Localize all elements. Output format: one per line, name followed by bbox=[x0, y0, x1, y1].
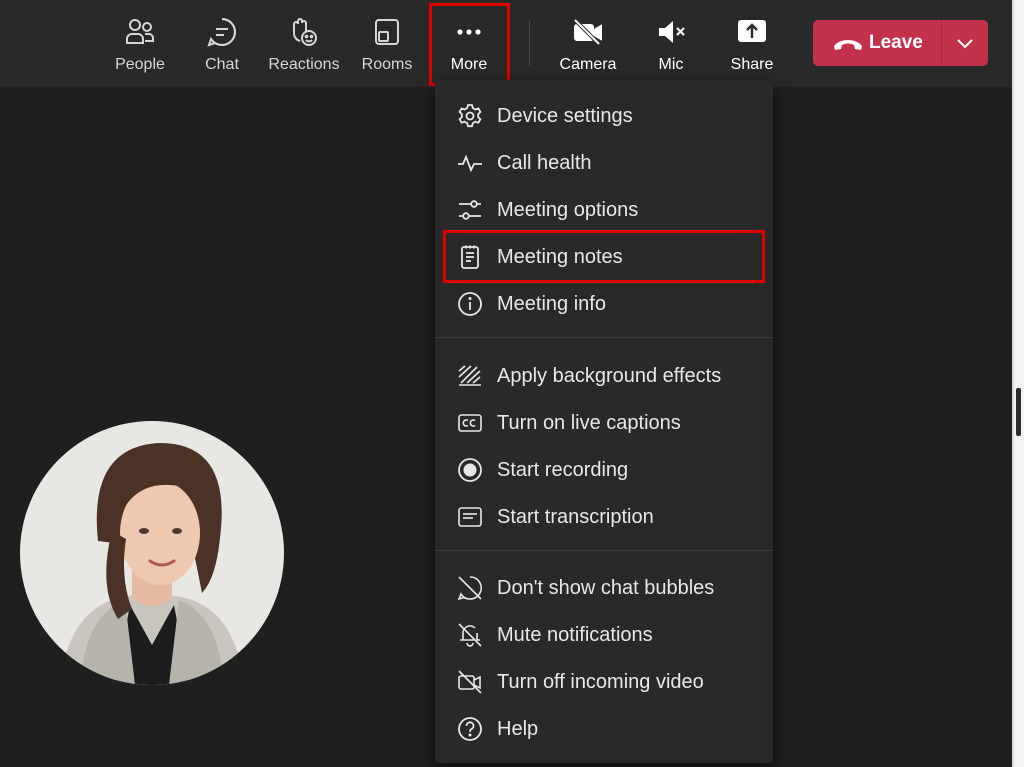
camera-button[interactable]: Camera bbox=[548, 0, 628, 87]
menu-item-chat-bubbles[interactable]: Don't show chat bubbles bbox=[435, 566, 773, 610]
meeting-toolbar: People Chat Reactions Rooms More Camera … bbox=[0, 0, 1024, 87]
menu-item-live-captions[interactable]: Turn on live captions bbox=[435, 401, 773, 445]
closed-captions-icon bbox=[457, 410, 483, 436]
leave-button[interactable]: Leave bbox=[813, 20, 941, 66]
share-screen-icon bbox=[736, 16, 768, 48]
record-icon bbox=[457, 457, 483, 483]
menu-item-meeting-notes[interactable]: Meeting notes bbox=[435, 235, 773, 279]
people-button[interactable]: People bbox=[100, 0, 180, 87]
menu-label: Call health bbox=[497, 151, 592, 174]
pulse-icon bbox=[457, 150, 483, 176]
menu-item-meeting-info[interactable]: Meeting info bbox=[435, 282, 773, 326]
info-icon bbox=[457, 291, 483, 317]
menu-label: Start recording bbox=[497, 458, 629, 481]
menu-label: Don't show chat bubbles bbox=[497, 576, 715, 599]
window-edge-line bbox=[1012, 0, 1014, 767]
sliders-icon bbox=[457, 197, 483, 223]
chevron-down-icon bbox=[957, 39, 973, 49]
more-options-menu: Device settings Call health Meeting opti… bbox=[435, 80, 773, 763]
menu-item-start-transcription[interactable]: Start transcription bbox=[435, 495, 773, 539]
reactions-icon bbox=[288, 16, 320, 48]
chat-bubble-off-icon bbox=[457, 575, 483, 601]
menu-label: Turn off incoming video bbox=[497, 670, 704, 693]
menu-separator bbox=[435, 337, 773, 338]
bell-off-icon bbox=[457, 622, 483, 648]
camera-label: Camera bbox=[559, 56, 617, 73]
menu-label: Help bbox=[497, 717, 539, 740]
leave-options-button[interactable] bbox=[942, 20, 988, 66]
menu-label: Mute notifications bbox=[497, 623, 653, 646]
people-icon bbox=[124, 16, 156, 48]
notes-icon bbox=[457, 244, 483, 270]
chat-button[interactable]: Chat bbox=[182, 0, 262, 87]
participant-avatar bbox=[20, 421, 284, 685]
window-edge bbox=[1012, 0, 1024, 767]
chat-label: Chat bbox=[205, 56, 239, 73]
menu-label: Device settings bbox=[497, 104, 633, 127]
share-button[interactable]: Share bbox=[712, 0, 792, 87]
menu-item-background-effects[interactable]: Apply background effects bbox=[435, 354, 773, 398]
more-dots-icon bbox=[453, 16, 485, 48]
menu-item-incoming-video[interactable]: Turn off incoming video bbox=[435, 660, 773, 704]
help-icon bbox=[457, 716, 483, 742]
menu-item-device-settings[interactable]: Device settings bbox=[435, 94, 773, 138]
menu-label: Apply background effects bbox=[497, 364, 722, 387]
menu-separator bbox=[435, 550, 773, 551]
window-edge-mark bbox=[1016, 388, 1021, 436]
menu-label: Meeting info bbox=[497, 292, 606, 315]
share-label: Share bbox=[730, 56, 774, 73]
more-button[interactable]: More bbox=[429, 0, 509, 87]
video-off-icon bbox=[457, 669, 483, 695]
gear-icon bbox=[457, 103, 483, 129]
menu-item-help[interactable]: Help bbox=[435, 707, 773, 751]
menu-item-start-recording[interactable]: Start recording bbox=[435, 448, 773, 492]
people-label: People bbox=[115, 56, 165, 73]
transcript-icon bbox=[457, 504, 483, 530]
rooms-icon bbox=[371, 16, 403, 48]
hang-up-icon bbox=[831, 33, 865, 53]
background-effects-icon bbox=[457, 363, 483, 389]
menu-label: Turn on live captions bbox=[497, 411, 681, 434]
rooms-button[interactable]: Rooms bbox=[347, 0, 427, 87]
chat-icon bbox=[206, 16, 238, 48]
menu-item-meeting-options[interactable]: Meeting options bbox=[435, 188, 773, 232]
leave-label: Leave bbox=[869, 32, 923, 53]
toolbar-divider bbox=[529, 20, 530, 66]
mic-label: Mic bbox=[658, 56, 684, 73]
mic-muted-icon bbox=[655, 16, 687, 48]
menu-item-mute-notifications[interactable]: Mute notifications bbox=[435, 613, 773, 657]
menu-item-call-health[interactable]: Call health bbox=[435, 141, 773, 185]
camera-off-icon bbox=[572, 16, 604, 48]
mic-button[interactable]: Mic bbox=[631, 0, 711, 87]
reactions-label: Reactions bbox=[268, 56, 340, 73]
menu-label: Meeting notes bbox=[497, 245, 623, 268]
reactions-button[interactable]: Reactions bbox=[264, 0, 344, 87]
more-label: More bbox=[450, 56, 488, 73]
menu-label: Start transcription bbox=[497, 505, 654, 528]
menu-label: Meeting options bbox=[497, 198, 639, 221]
rooms-label: Rooms bbox=[361, 56, 413, 73]
leave-button-group: Leave bbox=[813, 20, 988, 66]
